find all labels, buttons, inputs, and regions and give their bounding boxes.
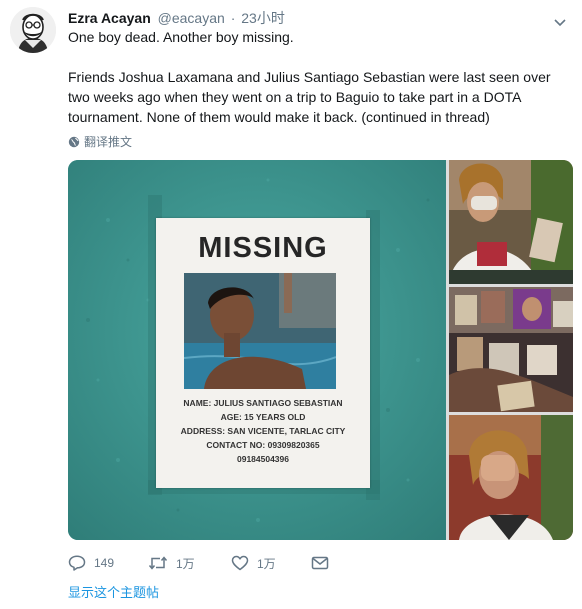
- media-photo-2[interactable]: [449, 160, 573, 284]
- translate-label: 翻译推文: [84, 135, 133, 149]
- translate-link[interactable]: 翻译推文: [68, 133, 132, 151]
- caret-down-icon[interactable]: [554, 14, 566, 27]
- separator: ·: [230, 10, 236, 26]
- like-count: 1万: [257, 556, 276, 571]
- reply-button[interactable]: 149: [68, 552, 114, 574]
- tweet-text: One boy dead. Another boy missing. Frien…: [68, 27, 568, 127]
- avatar[interactable]: [10, 7, 56, 53]
- poster-contact-line-2: 09184504396: [236, 454, 289, 464]
- tweet-text-line1: One boy dead. Another boy missing.: [68, 29, 294, 45]
- author-handle[interactable]: @eacayan: [158, 10, 225, 26]
- media-photo-4[interactable]: [449, 415, 573, 540]
- media-photo-main[interactable]: MISSING NAME: JULIUS SANTIAGO SEBASTIAN …: [68, 160, 446, 540]
- retweet-count: 1万: [176, 556, 195, 571]
- show-thread-link[interactable]: 显示这个主题帖: [68, 585, 159, 601]
- retweet-icon: [148, 556, 168, 570]
- tweet-card: Ezra Acayan @eacayan · 23小时 One boy dead…: [0, 0, 582, 609]
- heart-icon: [231, 555, 249, 571]
- tweet-header: Ezra Acayan @eacayan · 23小时: [68, 9, 562, 27]
- poster-photo: [184, 273, 336, 389]
- media-grid: MISSING NAME: JULIUS SANTIAGO SEBASTIAN …: [68, 160, 573, 540]
- media-photo-3[interactable]: [449, 287, 573, 412]
- tweet-text-paragraph: Friends Joshua Laxamana and Julius Santi…: [68, 69, 551, 125]
- reply-count: 149: [94, 556, 115, 570]
- reply-icon: [68, 555, 86, 571]
- poster-name-line: NAME: JULIUS SANTIAGO SEBASTIAN: [183, 398, 343, 408]
- author-name[interactable]: Ezra Acayan: [68, 10, 151, 26]
- missing-poster: MISSING NAME: JULIUS SANTIAGO SEBASTIAN …: [156, 218, 370, 488]
- globe-icon: [68, 136, 80, 148]
- poster-address-line: ADDRESS: SAN VICENTE, TARLAC CITY: [180, 426, 346, 436]
- poster-title: MISSING: [198, 232, 328, 264]
- poster-age-line: AGE: 15 YEARS OLD: [220, 412, 306, 422]
- poster-contact-line: CONTACT NO: 09309820365: [206, 440, 320, 450]
- direct-message-button[interactable]: [311, 552, 329, 574]
- retweet-button[interactable]: 1万: [148, 552, 195, 574]
- timestamp[interactable]: 23小时: [241, 10, 285, 26]
- like-button[interactable]: 1万: [231, 552, 276, 574]
- action-bar: 149 1万 1万: [68, 552, 528, 574]
- mail-icon: [311, 556, 329, 570]
- poster-info: NAME: JULIUS SANTIAGO SEBASTIAN AGE: 15 …: [156, 396, 370, 466]
